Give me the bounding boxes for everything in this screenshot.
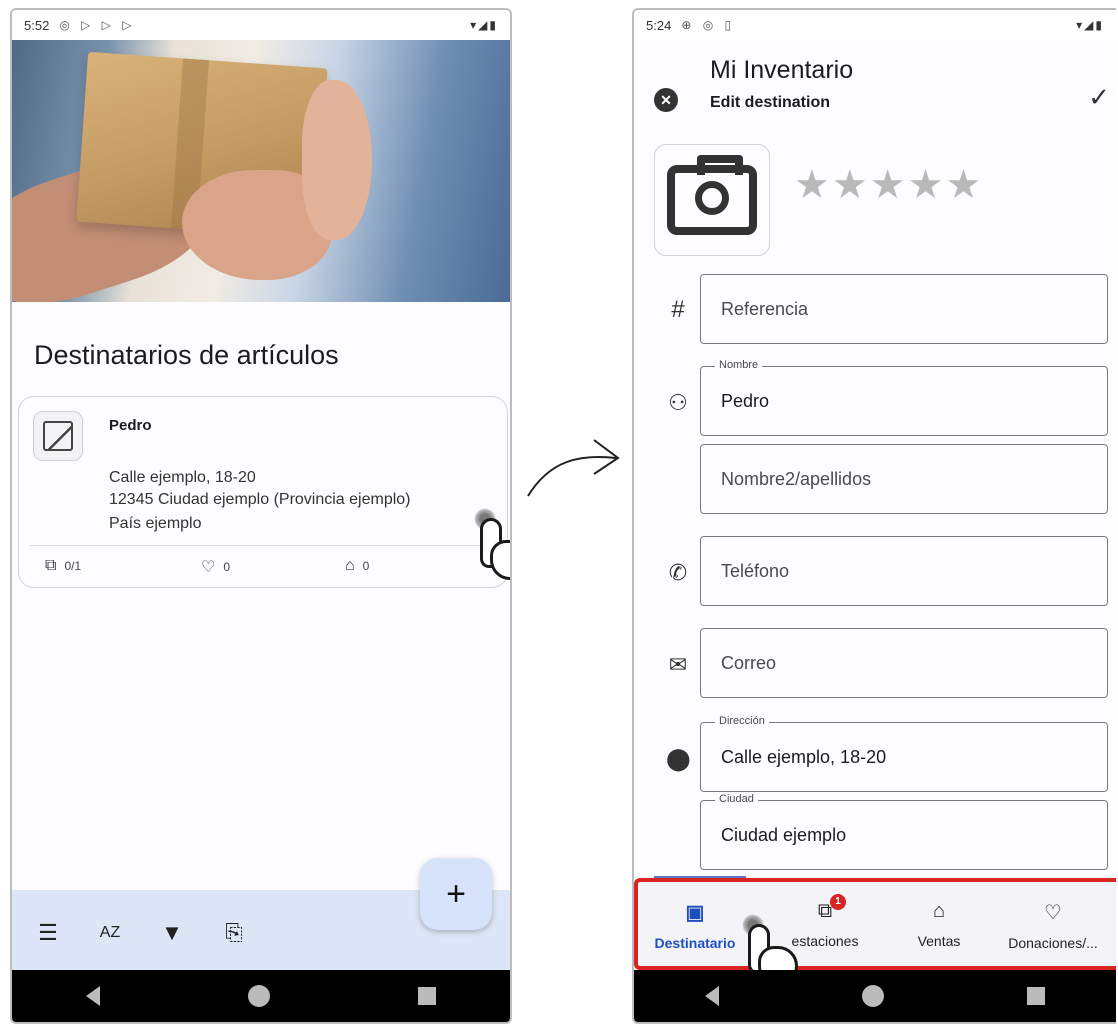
email-icon: ✉ (668, 652, 688, 677)
phone-field[interactable]: Teléfono (700, 536, 1108, 606)
recents-icon[interactable] (418, 987, 436, 1005)
notification-badge: 1 (830, 894, 846, 910)
tab-donaciones-label: Donaciones/... (1008, 935, 1098, 951)
status-time: 5:24 (646, 17, 672, 33)
name-label: Nombre (715, 359, 763, 371)
status-time: 5:52 (24, 17, 50, 33)
signal-battery-icons: ▾◢▮ (470, 18, 498, 32)
save-check-icon[interactable]: ✓ (1088, 82, 1110, 113)
rating-stars[interactable]: ★★★★★ (794, 162, 983, 208)
hand-heart-icon: ♡ (1044, 902, 1062, 924)
phone-screen-list: 5:52 ◎ ▷ ▷ ▷ ▾◢▮ Destinatarios de artícu… (10, 8, 512, 1024)
tab-donaciones[interactable]: ♡ Donaciones/... (998, 900, 1108, 951)
card-divider (29, 545, 497, 546)
address-label: Dirección (715, 715, 769, 727)
transition-arrow-icon (527, 439, 620, 497)
sales-stat: ⌂ 0 (345, 557, 369, 575)
email-field[interactable]: Correo (700, 628, 1108, 698)
system-nav-bar (12, 970, 510, 1022)
bottom-navigation: ▣ Destinatario ⧉ 1 estaciones ⌂ Ventas ♡ … (634, 876, 1116, 974)
reference-field[interactable]: Referencia (700, 274, 1108, 344)
notification-icons: ⊕ ◎ ▯ (681, 18, 736, 32)
sort-az-icon[interactable]: AZ (96, 924, 124, 942)
name-field[interactable]: Nombre Pedro (700, 359, 1108, 436)
status-bar: 5:52 ◎ ▷ ▷ ▷ ▾◢▮ (12, 10, 510, 40)
system-nav-bar (634, 970, 1116, 1022)
home-icon[interactable] (248, 985, 270, 1007)
recipient-card[interactable]: Pedro Calle ejemplo, 18-20 12345 Ciudad … (18, 396, 508, 588)
phone-placeholder: Teléfono (721, 560, 790, 581)
city-label: Ciudad (715, 793, 758, 805)
page-title: Destinatarios de artículos (34, 340, 339, 370)
recipient-address-line3: País ejemplo (109, 515, 202, 532)
city-value: Ciudad ejemplo (721, 824, 847, 845)
image-placeholder-icon (33, 411, 83, 461)
app-title: Mi Inventario (710, 56, 854, 84)
back-icon[interactable] (86, 986, 100, 1006)
recipient-name: Pedro (109, 417, 152, 434)
sales-icon: ⌂ (345, 557, 355, 574)
back-icon[interactable] (705, 986, 720, 1006)
address-value: Calle ejemplo, 18-20 (721, 746, 887, 767)
shopping-bag-icon: ⌂ (932, 900, 946, 922)
surname-placeholder: Nombre2/apellidos (721, 468, 872, 489)
reference-placeholder: Referencia (721, 298, 809, 319)
screen-subtitle: Edit destination (710, 94, 830, 111)
camera-icon (667, 155, 757, 235)
notification-icons: ◎ ▷ ▷ ▷ (59, 18, 136, 32)
hash-icon: # (671, 296, 685, 323)
add-button[interactable]: + (420, 858, 492, 930)
name-value: Pedro (721, 390, 770, 411)
recents-icon[interactable] (1026, 987, 1045, 1005)
tab-prestaciones-label: estaciones (791, 933, 859, 949)
loans-stat: ⧉ 0/1 (45, 557, 81, 575)
donations-stat: ♡ 0 (201, 557, 230, 577)
phone-screen-edit: 5:24 ⊕ ◎ ▯ ▾◢▮ ✕ Mi Inventario Edit dest… (632, 8, 1116, 1024)
menu-icon[interactable]: ☰ (34, 920, 62, 946)
person-icon: ⚇ (668, 390, 688, 415)
loans-icon: ⧉ (45, 557, 57, 574)
close-icon[interactable]: ✕ (654, 88, 678, 112)
sales-count: 0 (362, 559, 370, 573)
tab-ventas-label: Ventas (917, 933, 961, 949)
photo-button[interactable] (654, 144, 770, 256)
tab-destinatario-label: Destinatario (654, 935, 736, 951)
loans-count: 0/1 (64, 559, 82, 573)
export-icon[interactable]: ⎘ (220, 920, 248, 946)
address-field[interactable]: Dirección Calle ejemplo, 18-20 (700, 715, 1108, 792)
signal-battery-icons: ▾◢▮ (1076, 18, 1104, 32)
email-placeholder: Correo (721, 652, 777, 673)
home-icon[interactable] (861, 985, 884, 1007)
tap-gesture-icon (466, 508, 510, 580)
surname-field[interactable]: Nombre2/apellidos (700, 444, 1108, 514)
recipient-address-line1: Calle ejemplo, 18-20 (109, 469, 256, 486)
donations-count: 0 (223, 560, 231, 574)
status-bar: 5:24 ⊕ ◎ ▯ ▾◢▮ (634, 10, 1116, 40)
tab-ventas[interactable]: ⌂ Ventas (884, 900, 994, 949)
phone-icon: ✆ (668, 560, 688, 585)
filter-icon[interactable]: ▼ (158, 920, 186, 946)
donations-icon: ♡ (201, 559, 216, 576)
city-field[interactable]: Ciudad Ciudad ejemplo (700, 793, 1108, 870)
location-pin-icon: ⬤ (666, 746, 691, 771)
recipient-address-line2: 12345 Ciudad ejemplo (Provincia ejemplo) (109, 491, 411, 508)
header-image (12, 40, 510, 302)
